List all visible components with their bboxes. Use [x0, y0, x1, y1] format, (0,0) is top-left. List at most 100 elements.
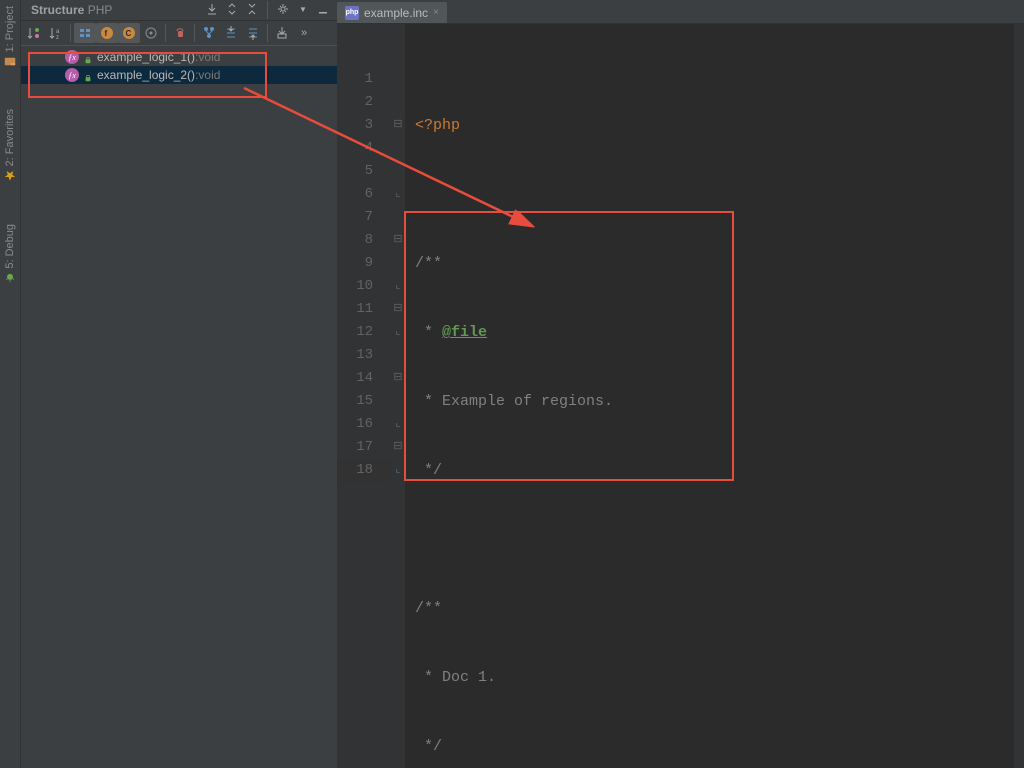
group-methods-icon[interactable] [74, 23, 96, 43]
structure-toolbar: az f C » [21, 21, 337, 46]
show-fields-icon[interactable]: f [96, 23, 118, 43]
show-constants-icon[interactable]: C [118, 23, 140, 43]
error-stripe [1014, 24, 1024, 768]
fold-end-icon[interactable]: ⌞ [391, 413, 405, 436]
separator [194, 24, 195, 42]
show-inherited-icon[interactable] [169, 23, 191, 43]
fold-marker-icon[interactable]: ⊟ [391, 114, 405, 137]
project-icon [4, 55, 16, 67]
bug-icon [4, 272, 16, 284]
lock-icon [84, 71, 92, 79]
code-area[interactable]: <?php /** * @file * Example of regions. … [405, 24, 1014, 768]
sort-alphabetically-icon[interactable]: az [45, 23, 67, 43]
line-number: 8 [337, 229, 391, 252]
line-number: 5 [337, 160, 391, 183]
close-icon[interactable]: × [433, 7, 439, 18]
structure-item-example-logic-2[interactable]: ƒx example_logic_2():void [21, 66, 337, 84]
editor-area: php example.inc × 1 2 3 4 5 6 7 8 9 10 1… [337, 0, 1024, 768]
function-icon: ƒx [65, 68, 79, 82]
structure-item-label: example_logic_2():void [97, 68, 220, 82]
structure-item-example-logic-1[interactable]: ƒx example_logic_1():void [21, 48, 337, 66]
svg-text:z: z [56, 35, 59, 40]
show-includes-icon[interactable] [198, 23, 220, 43]
editor-body: 1 2 3 4 5 6 7 8 9 10 11 12 13 14 15 16 1… [337, 24, 1024, 768]
autoscroll-from-source-icon[interactable] [242, 23, 264, 43]
ide-root: 1: Project 2: Favorites 5: Debug Structu… [0, 0, 1024, 768]
separator [267, 1, 268, 19]
line-number: 13 [337, 344, 391, 367]
code-text: <?php [415, 117, 460, 134]
code-text: * [415, 324, 442, 341]
fold-marker-icon[interactable]: ⊟ [391, 436, 405, 459]
fold-marker-icon[interactable]: ⊟ [391, 298, 405, 321]
separator [70, 24, 71, 42]
tab-filename: example.inc [364, 6, 428, 20]
php-file-icon: php [345, 6, 359, 20]
line-number: 14 [337, 367, 391, 390]
line-number: 2 [337, 91, 391, 114]
line-number: 16 [337, 413, 391, 436]
gear-icon[interactable] [275, 1, 291, 17]
sort-by-visibility-icon[interactable] [23, 23, 45, 43]
code-doctag: @file [442, 324, 487, 341]
editor-tab-bar: php example.inc × [337, 0, 1024, 24]
line-number: 12 [337, 321, 391, 344]
show-private-icon[interactable] [140, 23, 162, 43]
fold-end-icon[interactable]: ⌞ [391, 275, 405, 298]
separator [267, 24, 268, 42]
structure-title: Structure PHP [31, 3, 204, 17]
line-number: 4 [337, 137, 391, 160]
fold-marker-icon[interactable]: ⊟ [391, 229, 405, 252]
line-number: 17 [337, 436, 391, 459]
tab-example-inc[interactable]: php example.inc × [337, 2, 447, 23]
code-text: * Doc 1. [415, 669, 496, 686]
code-text: /** [415, 600, 442, 617]
collapse-all-icon[interactable] [244, 1, 260, 17]
line-number-gutter: 1 2 3 4 5 6 7 8 9 10 11 12 13 14 15 16 1… [337, 24, 391, 768]
fold-gutter: ⊟ ⌞ ⊟ ⌞ ⊟ ⌞ ⊟ ⌞ ⊟ ⌞ [391, 24, 405, 768]
structure-panel: Structure PHP ▼ az f C [21, 0, 337, 768]
code-text: */ [415, 462, 442, 479]
export-icon[interactable] [271, 23, 293, 43]
tool-window-rail: 1: Project 2: Favorites 5: Debug [0, 0, 21, 768]
svg-text:f: f [105, 29, 108, 38]
function-icon: ƒx [65, 50, 79, 64]
line-number: 6 [337, 183, 391, 206]
code-text: /** [415, 255, 442, 272]
structure-header-actions: ▼ [204, 1, 331, 19]
svg-text:C: C [126, 29, 132, 38]
line-number: 10 [337, 275, 391, 298]
line-number: 15 [337, 390, 391, 413]
structure-title-sub: PHP [88, 3, 113, 17]
fold-end-icon[interactable]: ⌞ [391, 459, 405, 482]
line-number: 9 [337, 252, 391, 275]
expand-all-icon[interactable] [224, 1, 240, 17]
rail-project[interactable]: 1: Project [4, 0, 16, 73]
star-icon [4, 170, 16, 182]
lock-icon [84, 53, 92, 61]
rail-debug-label: 5: Debug [4, 224, 16, 269]
fold-marker-icon[interactable]: ⊟ [391, 367, 405, 390]
rail-debug[interactable]: 5: Debug [4, 218, 16, 290]
scroll-from-source-icon[interactable] [204, 1, 220, 17]
minimize-icon[interactable] [315, 1, 331, 17]
structure-tree: ƒx example_logic_1():void ƒx example_log… [21, 46, 337, 768]
line-number: 3 [337, 114, 391, 137]
structure-title-main: Structure [31, 3, 84, 17]
line-number: 7 [337, 206, 391, 229]
rail-project-label: 1: Project [4, 6, 16, 52]
more-icon[interactable]: » [293, 23, 315, 43]
chevron-down-icon[interactable]: ▼ [295, 1, 311, 17]
code-text: * Example of regions. [415, 393, 613, 410]
line-number: 18 [337, 459, 391, 482]
line-number: 1 [337, 68, 391, 91]
autoscroll-to-source-icon[interactable] [220, 23, 242, 43]
code-text: */ [415, 738, 442, 755]
fold-end-icon[interactable]: ⌞ [391, 183, 405, 206]
rail-favorites[interactable]: 2: Favorites [4, 103, 16, 187]
separator [165, 24, 166, 42]
structure-header: Structure PHP ▼ [21, 0, 337, 21]
rail-favorites-label: 2: Favorites [4, 109, 16, 166]
structure-item-label: example_logic_1():void [97, 50, 220, 64]
fold-end-icon[interactable]: ⌞ [391, 321, 405, 344]
